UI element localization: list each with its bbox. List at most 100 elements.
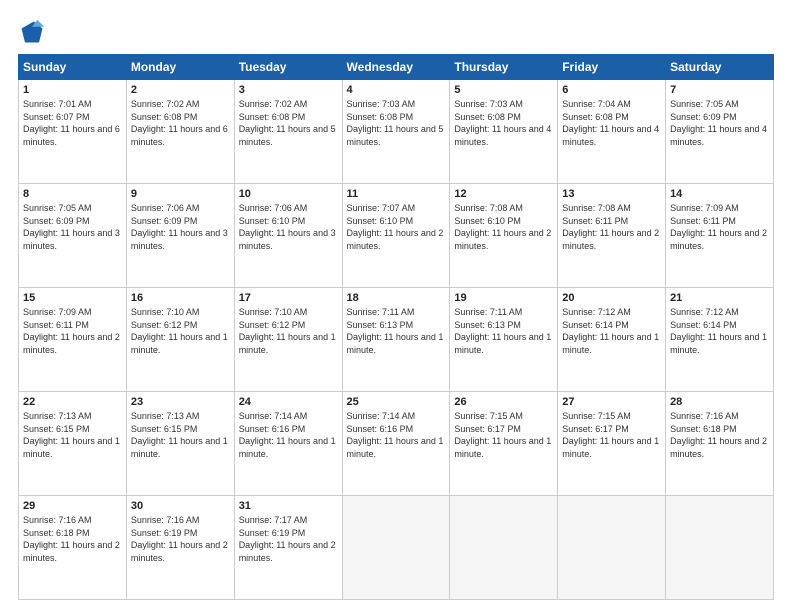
day-number: 18 [347,292,446,304]
day-number: 10 [239,188,338,200]
day-info: Sunrise: 7:08 AMSunset: 6:11 PMDaylight:… [562,203,659,251]
day-info: Sunrise: 7:10 AMSunset: 6:12 PMDaylight:… [239,307,336,355]
day-number: 8 [23,188,122,200]
calendar-cell [666,496,774,600]
day-info: Sunrise: 7:16 AMSunset: 6:18 PMDaylight:… [23,515,120,563]
day-number: 14 [670,188,769,200]
page: SundayMondayTuesdayWednesdayThursdayFrid… [0,0,792,612]
calendar-cell: 4 Sunrise: 7:03 AMSunset: 6:08 PMDayligh… [342,80,450,184]
day-info: Sunrise: 7:08 AMSunset: 6:10 PMDaylight:… [454,203,551,251]
day-info: Sunrise: 7:02 AMSunset: 6:08 PMDaylight:… [239,99,336,147]
day-number: 3 [239,84,338,96]
calendar-cell: 1 Sunrise: 7:01 AMSunset: 6:07 PMDayligh… [19,80,127,184]
day-info: Sunrise: 7:05 AMSunset: 6:09 PMDaylight:… [23,203,120,251]
calendar-cell: 18 Sunrise: 7:11 AMSunset: 6:13 PMDaylig… [342,288,450,392]
calendar-week-4: 29 Sunrise: 7:16 AMSunset: 6:18 PMDaylig… [19,496,774,600]
day-info: Sunrise: 7:16 AMSunset: 6:19 PMDaylight:… [131,515,228,563]
calendar-cell: 6 Sunrise: 7:04 AMSunset: 6:08 PMDayligh… [558,80,666,184]
logo [18,18,50,46]
calendar-cell: 24 Sunrise: 7:14 AMSunset: 6:16 PMDaylig… [234,392,342,496]
day-info: Sunrise: 7:12 AMSunset: 6:14 PMDaylight:… [670,307,767,355]
day-number: 26 [454,396,553,408]
day-number: 16 [131,292,230,304]
day-info: Sunrise: 7:09 AMSunset: 6:11 PMDaylight:… [23,307,120,355]
calendar-body: 1 Sunrise: 7:01 AMSunset: 6:07 PMDayligh… [19,80,774,600]
day-info: Sunrise: 7:16 AMSunset: 6:18 PMDaylight:… [670,411,767,459]
day-number: 9 [131,188,230,200]
logo-icon [18,18,46,46]
day-info: Sunrise: 7:12 AMSunset: 6:14 PMDaylight:… [562,307,659,355]
calendar-cell: 26 Sunrise: 7:15 AMSunset: 6:17 PMDaylig… [450,392,558,496]
calendar-cell: 29 Sunrise: 7:16 AMSunset: 6:18 PMDaylig… [19,496,127,600]
day-number: 12 [454,188,553,200]
day-number: 5 [454,84,553,96]
day-info: Sunrise: 7:10 AMSunset: 6:12 PMDaylight:… [131,307,228,355]
day-info: Sunrise: 7:13 AMSunset: 6:15 PMDaylight:… [131,411,228,459]
day-info: Sunrise: 7:09 AMSunset: 6:11 PMDaylight:… [670,203,767,251]
calendar-cell: 15 Sunrise: 7:09 AMSunset: 6:11 PMDaylig… [19,288,127,392]
day-number: 30 [131,500,230,512]
calendar-cell: 13 Sunrise: 7:08 AMSunset: 6:11 PMDaylig… [558,184,666,288]
day-number: 24 [239,396,338,408]
calendar-table: SundayMondayTuesdayWednesdayThursdayFrid… [18,54,774,600]
day-info: Sunrise: 7:05 AMSunset: 6:09 PMDaylight:… [670,99,767,147]
calendar-cell [342,496,450,600]
day-info: Sunrise: 7:03 AMSunset: 6:08 PMDaylight:… [347,99,444,147]
day-number: 15 [23,292,122,304]
calendar-cell: 30 Sunrise: 7:16 AMSunset: 6:19 PMDaylig… [126,496,234,600]
day-info: Sunrise: 7:02 AMSunset: 6:08 PMDaylight:… [131,99,228,147]
calendar-cell: 21 Sunrise: 7:12 AMSunset: 6:14 PMDaylig… [666,288,774,392]
day-info: Sunrise: 7:01 AMSunset: 6:07 PMDaylight:… [23,99,120,147]
day-number: 28 [670,396,769,408]
calendar-week-1: 8 Sunrise: 7:05 AMSunset: 6:09 PMDayligh… [19,184,774,288]
calendar-cell: 28 Sunrise: 7:16 AMSunset: 6:18 PMDaylig… [666,392,774,496]
dow-wednesday: Wednesday [342,55,450,80]
calendar-cell: 9 Sunrise: 7:06 AMSunset: 6:09 PMDayligh… [126,184,234,288]
day-number: 7 [670,84,769,96]
day-info: Sunrise: 7:14 AMSunset: 6:16 PMDaylight:… [347,411,444,459]
calendar-cell: 11 Sunrise: 7:07 AMSunset: 6:10 PMDaylig… [342,184,450,288]
day-number: 17 [239,292,338,304]
day-of-week-header: SundayMondayTuesdayWednesdayThursdayFrid… [19,55,774,80]
calendar-cell: 14 Sunrise: 7:09 AMSunset: 6:11 PMDaylig… [666,184,774,288]
day-number: 27 [562,396,661,408]
calendar-cell: 8 Sunrise: 7:05 AMSunset: 6:09 PMDayligh… [19,184,127,288]
calendar-week-2: 15 Sunrise: 7:09 AMSunset: 6:11 PMDaylig… [19,288,774,392]
day-number: 13 [562,188,661,200]
calendar-cell: 19 Sunrise: 7:11 AMSunset: 6:13 PMDaylig… [450,288,558,392]
day-number: 2 [131,84,230,96]
day-number: 6 [562,84,661,96]
day-number: 25 [347,396,446,408]
calendar-cell [558,496,666,600]
calendar-cell: 3 Sunrise: 7:02 AMSunset: 6:08 PMDayligh… [234,80,342,184]
dow-saturday: Saturday [666,55,774,80]
dow-sunday: Sunday [19,55,127,80]
day-info: Sunrise: 7:06 AMSunset: 6:09 PMDaylight:… [131,203,228,251]
day-info: Sunrise: 7:15 AMSunset: 6:17 PMDaylight:… [454,411,551,459]
day-number: 11 [347,188,446,200]
calendar-cell: 20 Sunrise: 7:12 AMSunset: 6:14 PMDaylig… [558,288,666,392]
day-info: Sunrise: 7:07 AMSunset: 6:10 PMDaylight:… [347,203,444,251]
day-number: 19 [454,292,553,304]
day-info: Sunrise: 7:14 AMSunset: 6:16 PMDaylight:… [239,411,336,459]
day-number: 4 [347,84,446,96]
calendar-cell: 7 Sunrise: 7:05 AMSunset: 6:09 PMDayligh… [666,80,774,184]
calendar-week-3: 22 Sunrise: 7:13 AMSunset: 6:15 PMDaylig… [19,392,774,496]
day-info: Sunrise: 7:15 AMSunset: 6:17 PMDaylight:… [562,411,659,459]
day-info: Sunrise: 7:11 AMSunset: 6:13 PMDaylight:… [347,307,444,355]
day-number: 23 [131,396,230,408]
calendar-cell: 17 Sunrise: 7:10 AMSunset: 6:12 PMDaylig… [234,288,342,392]
calendar-cell: 23 Sunrise: 7:13 AMSunset: 6:15 PMDaylig… [126,392,234,496]
day-number: 1 [23,84,122,96]
calendar-cell: 12 Sunrise: 7:08 AMSunset: 6:10 PMDaylig… [450,184,558,288]
day-number: 31 [239,500,338,512]
calendar-week-0: 1 Sunrise: 7:01 AMSunset: 6:07 PMDayligh… [19,80,774,184]
header [18,18,774,46]
calendar-cell: 2 Sunrise: 7:02 AMSunset: 6:08 PMDayligh… [126,80,234,184]
dow-monday: Monday [126,55,234,80]
calendar-cell: 22 Sunrise: 7:13 AMSunset: 6:15 PMDaylig… [19,392,127,496]
dow-friday: Friday [558,55,666,80]
calendar-cell: 25 Sunrise: 7:14 AMSunset: 6:16 PMDaylig… [342,392,450,496]
day-info: Sunrise: 7:11 AMSunset: 6:13 PMDaylight:… [454,307,551,355]
dow-tuesday: Tuesday [234,55,342,80]
